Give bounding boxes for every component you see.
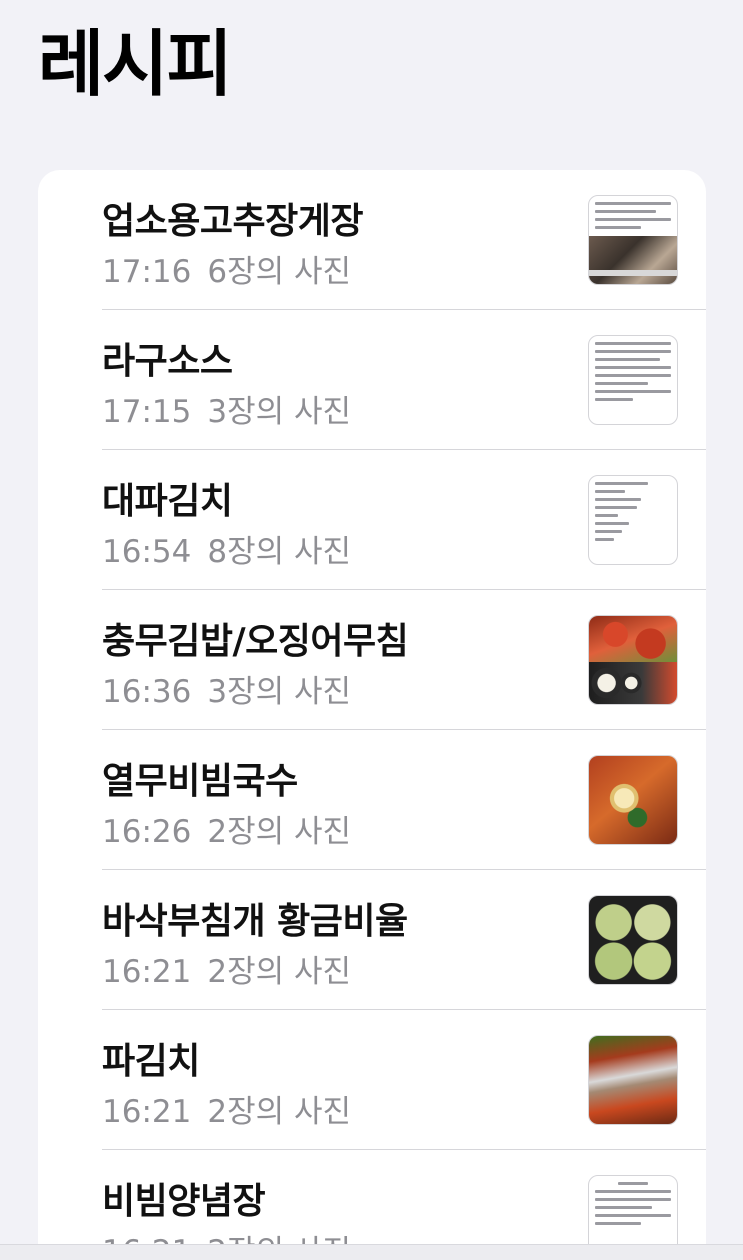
note-subtitle: 17:15 3장의 사진 — [102, 386, 351, 431]
note-thumbnail — [588, 475, 678, 565]
note-time: 16:54 — [102, 534, 192, 570]
document-text-preview — [595, 342, 671, 406]
note-time: 17:16 — [102, 254, 192, 290]
notes-folder-view: 레시피 업소용고추장게장 17:16 6장의 사진 라구소스 17:15 3장의 사… — [0, 0, 743, 1260]
note-photo-count: 2장의 사진 — [207, 814, 352, 850]
note-time: 16:21 — [102, 954, 192, 990]
note-thumbnail — [588, 615, 678, 705]
note-subtitle: 17:16 6장의 사진 — [102, 246, 351, 291]
notes-list: 업소용고추장게장 17:16 6장의 사진 라구소스 17:15 3장의 사진 대파… — [38, 170, 706, 1260]
note-photo-count: 2장의 사진 — [207, 954, 352, 990]
document-text-preview — [595, 482, 671, 546]
note-title: 대파김치 — [102, 481, 233, 522]
document-text-preview — [595, 1182, 671, 1230]
kimbap-photo — [589, 662, 677, 704]
note-row[interactable]: 대파김치 16:54 8장의 사진 — [38, 450, 706, 590]
noodle-photo — [589, 756, 677, 844]
note-thumbnail — [588, 755, 678, 845]
green-onion-kimchi-photo — [589, 1036, 677, 1124]
document-photo-preview — [589, 236, 677, 284]
pancake-photo — [589, 896, 677, 984]
note-thumbnail — [588, 195, 678, 285]
note-row[interactable]: 열무비빔국수 16:26 2장의 사진 — [38, 730, 706, 870]
note-title: 파김치 — [102, 1041, 200, 1082]
toolbar — [0, 1244, 743, 1260]
document-text-preview — [595, 202, 671, 234]
note-title: 열무비빔국수 — [102, 761, 298, 802]
note-time: 16:36 — [102, 674, 192, 710]
note-thumbnail — [588, 1035, 678, 1125]
note-row[interactable]: 충무김밥/오징어무침 16:36 3장의 사진 — [38, 590, 706, 730]
page-title: 레시피 — [38, 22, 233, 106]
note-photo-count: 3장의 사진 — [207, 674, 352, 710]
note-time: 16:21 — [102, 1094, 192, 1130]
note-subtitle: 16:54 8장의 사진 — [102, 526, 351, 571]
note-photo-count: 8장의 사진 — [207, 534, 352, 570]
note-title: 업소용고추장게장 — [102, 201, 363, 242]
note-row[interactable]: 라구소스 17:15 3장의 사진 — [38, 310, 706, 450]
note-time: 16:26 — [102, 814, 192, 850]
squid-salad-photo — [589, 616, 677, 662]
note-subtitle: 16:36 3장의 사진 — [102, 666, 351, 711]
note-title: 비빔양념장 — [102, 1181, 266, 1222]
note-thumbnail — [588, 335, 678, 425]
note-photo-count: 3장의 사진 — [207, 394, 352, 430]
note-title: 충무김밥/오징어무침 — [102, 621, 409, 662]
note-time: 17:15 — [102, 394, 192, 430]
note-subtitle: 16:21 2장의 사진 — [102, 1086, 351, 1131]
note-row[interactable]: 파김치 16:21 2장의 사진 — [38, 1010, 706, 1150]
note-subtitle: 16:26 2장의 사진 — [102, 806, 351, 851]
note-title: 바삭부침개 황금비율 — [102, 901, 408, 942]
note-row[interactable]: 바삭부침개 황금비율 16:21 2장의 사진 — [38, 870, 706, 1010]
note-row[interactable]: 업소용고추장게장 17:16 6장의 사진 — [38, 170, 706, 310]
note-title: 라구소스 — [102, 341, 233, 382]
note-thumbnail — [588, 895, 678, 985]
note-subtitle: 16:21 2장의 사진 — [102, 946, 351, 991]
note-photo-count: 6장의 사진 — [207, 254, 352, 290]
note-photo-count: 2장의 사진 — [207, 1094, 352, 1130]
